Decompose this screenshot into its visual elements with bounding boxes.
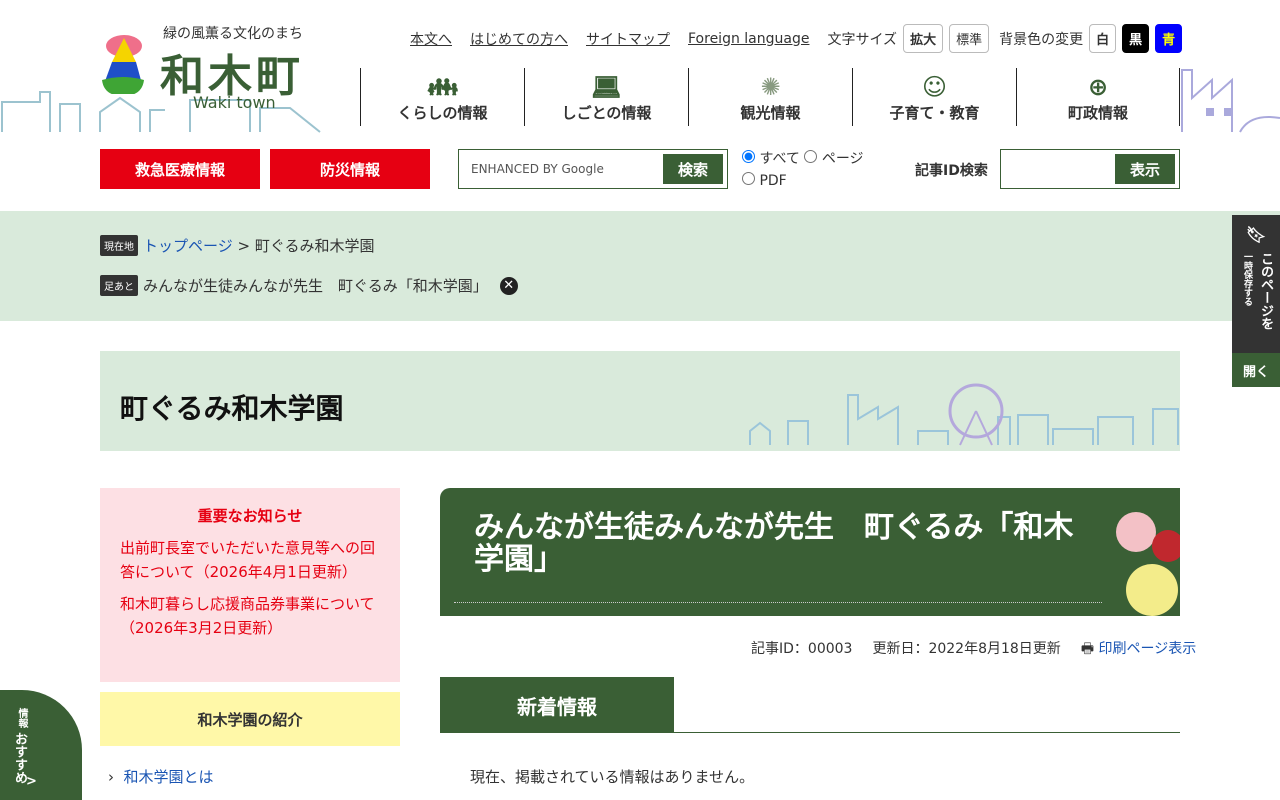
section-title: 町ぐるみ和木学園 — [120, 392, 344, 425]
article-id-label: 記事ID検索 — [915, 163, 988, 179]
recommend-tab[interactable]: 情報 おすすめ > — [0, 690, 82, 800]
family-icon: 👪︎ — [427, 73, 458, 101]
search-input[interactable]: ENHANCED BY Google — [471, 162, 663, 176]
history-item-link[interactable]: みんなが生徒みんなが先生 町ぐるみ「和木学園」 — [143, 275, 488, 296]
updated-date: 更新日：2022年8月18日更新 — [872, 641, 1061, 657]
nav-tourism[interactable]: ✺ 観光情報 — [688, 68, 852, 126]
bookmark-icon: 🔖︎ — [1245, 225, 1267, 244]
open-saved-button[interactable]: 開く — [1232, 353, 1280, 387]
factory-illustration — [1181, 69, 1280, 133]
save-tab-line2: 一時保存する — [1242, 252, 1252, 306]
save-tab-line1: このページを — [1258, 252, 1273, 330]
breadcrumb-area: 現在地 トップページ > 町ぐるみ和木学園 足あと みんなが生徒みんなが先生 町… — [0, 211, 1280, 321]
emergency-medical-button[interactable]: 救急医療情報 — [100, 149, 260, 189]
breadcrumb-separator: > — [237, 236, 251, 255]
notice-title: 重要なお知らせ — [197, 507, 303, 525]
recommend-sub: 情報 — [16, 708, 27, 728]
arrow-right-icon: > — [26, 774, 37, 789]
header: 緑の風薫る文化のまち 和木町 Waki town 本文へ はじめての方へ サイト… — [0, 0, 1280, 210]
fireworks-icon: ✺ — [760, 73, 781, 101]
article-title: みんなが生徒みんなが先生 町ぐるみ「和木学園」 — [474, 510, 1074, 577]
section-title-band: 町ぐるみ和木学園 — [100, 351, 1180, 451]
nav-government[interactable]: ⊕ 町政情報 — [1016, 68, 1180, 126]
close-icon[interactable]: ✕ — [499, 276, 518, 295]
save-page-tab[interactable]: 🔖︎ このページを 一時保存する — [1232, 215, 1280, 353]
search-button[interactable]: 検索 — [663, 154, 723, 184]
nav-childcare[interactable]: ☺ 子育て・教育 — [852, 68, 1016, 126]
nav-label: しごとの情報 — [561, 104, 652, 122]
history-trail: 足あと みんなが生徒みんなが先生 町ぐるみ「和木学園」 ✕ — [100, 275, 518, 296]
breadcrumb-top-link[interactable]: トップページ — [143, 235, 233, 256]
article-id-input[interactable] — [1013, 154, 1115, 184]
article-meta: 記事ID：00003 更新日：2022年8月18日更新 🖶 印刷ページ表示 — [751, 638, 1196, 662]
title-divider — [454, 602, 1102, 603]
breadcrumb: 現在地 トップページ > 町ぐるみ和木学園 — [100, 235, 375, 256]
skip-to-content-link[interactable]: 本文へ — [410, 29, 452, 49]
nav-label: 子育て・教育 — [889, 104, 980, 122]
foreign-language-link[interactable]: Foreign language — [688, 31, 809, 47]
site-search: ENHANCED BY Google 検索 — [458, 149, 728, 189]
important-notice: 重要なお知らせ 出前町長室でいただいた意見等への回答について（2026年4月1日… — [100, 488, 400, 682]
printer-icon: 🖶 — [1080, 641, 1095, 657]
side-menu-heading: 和木学園の紹介 — [100, 692, 400, 746]
bg-black-button[interactable]: 黒 — [1122, 24, 1150, 53]
radio-page-label: ページ — [821, 151, 864, 167]
font-larger-button[interactable]: 拡大 — [903, 24, 944, 53]
global-nav: 👪︎ くらしの情報 💻︎ しごとの情報 ✺ 観光情報 ☺ 子育て・教育 ⊕ 町政情報 — [360, 68, 1180, 126]
news-heading: 新着情報 — [440, 677, 674, 733]
radio-all-label: すべて — [759, 151, 800, 167]
nav-living[interactable]: 👪︎ くらしの情報 — [360, 68, 524, 126]
article-title-box: みんなが生徒みんなが先生 町ぐるみ「和木学園」 — [440, 488, 1180, 616]
town-emblem-icon: ⊕ — [1087, 73, 1109, 101]
print-link[interactable]: 印刷ページ表示 — [1098, 641, 1196, 657]
bg-color-label: 背景色の変更 — [999, 31, 1084, 48]
bg-blue-button[interactable]: 青 — [1155, 24, 1183, 53]
side-menu-link[interactable]: 和木学園とは — [124, 768, 214, 786]
font-normal-button[interactable]: 標準 — [949, 24, 990, 53]
nav-label: 町政情報 — [1067, 104, 1128, 122]
no-info-text: 現在、掲載されている情報はありません。 — [470, 768, 755, 786]
radio-pdf-label: PDF — [759, 173, 787, 189]
logo-mark-icon — [102, 35, 144, 94]
worker-icon: 💻︎ — [591, 73, 622, 101]
child-face-icon: ☺ — [921, 73, 948, 101]
notice-date: （2026年3月2日更新） — [120, 619, 283, 637]
notice-link[interactable]: 和木町暮らし応援商品券事業について — [120, 595, 375, 613]
first-visit-link[interactable]: はじめての方へ — [470, 29, 568, 49]
article-id: 記事ID：00003 — [751, 641, 853, 657]
article-id-button[interactable]: 表示 — [1115, 154, 1175, 184]
article-id-search: 表示 — [1000, 149, 1180, 189]
news-section-header: 新着情報 — [440, 677, 1180, 733]
radio-pdf[interactable] — [742, 172, 755, 185]
font-size-label: 文字サイズ — [827, 31, 898, 48]
flower-illustration — [1116, 512, 1180, 616]
nav-label: 観光情報 — [740, 104, 801, 122]
side-menu-item[interactable]: › 和木学園とは — [108, 766, 214, 787]
breadcrumb-current: 町ぐるみ和木学園 — [254, 237, 375, 255]
disaster-info-button[interactable]: 防災情報 — [270, 149, 430, 189]
sitemap-link[interactable]: サイトマップ — [586, 29, 670, 49]
current-location-tag: 現在地 — [100, 235, 138, 256]
nav-label: くらしの情報 — [397, 104, 488, 122]
radio-all[interactable] — [742, 150, 755, 163]
notice-date: （2026年4月1日更新） — [194, 563, 357, 581]
townscape-illustration — [749, 383, 1179, 446]
nav-work[interactable]: 💻︎ しごとの情報 — [524, 68, 688, 126]
radio-page[interactable] — [804, 150, 818, 163]
bg-white-button[interactable]: 白 — [1089, 24, 1117, 53]
history-tag: 足あと — [100, 275, 138, 296]
utility-nav: 本文へ はじめての方へ サイトマップ Foreign language 文字サイ… — [410, 24, 1183, 53]
search-scope: すべて ページ PDF — [742, 148, 864, 192]
town-name-en: Waki town — [193, 93, 276, 112]
